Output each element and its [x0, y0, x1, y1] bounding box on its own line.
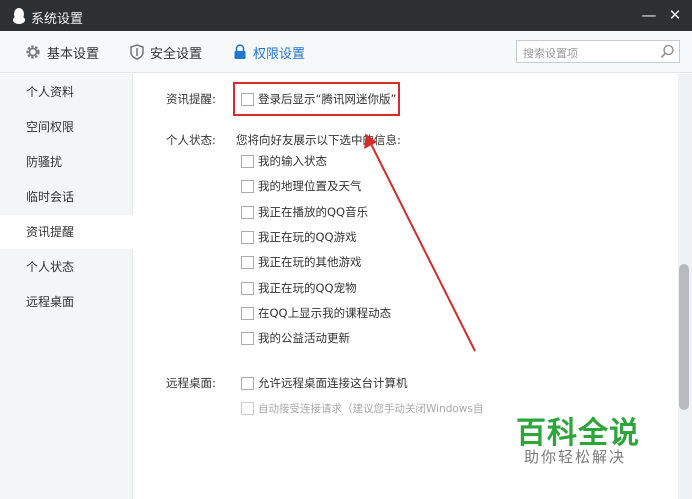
tab-label: 基本设置 — [47, 46, 100, 62]
remote-auto-accept-checkbox — [241, 402, 254, 415]
status-option: 我正在播放的QQ音乐 — [258, 205, 369, 219]
status-option: 在QQ上显示我的课程动态 — [258, 306, 392, 320]
remote-allow-checkbox[interactable] — [241, 377, 254, 390]
status-checkbox[interactable] — [241, 231, 254, 244]
status-option: 我正在玩的QQ游戏 — [258, 230, 357, 244]
qq-penguin-icon — [13, 8, 25, 24]
close-button[interactable]: ✕ — [667, 6, 683, 24]
settings-toolbar: 基本设置 安全设置 权限设置 搜索设置项 — [0, 31, 692, 73]
sidebar-item-personal-status[interactable]: 个人状态 — [0, 250, 133, 284]
search-input[interactable]: 搜索设置项 — [516, 40, 680, 63]
status-checkbox[interactable] — [241, 180, 254, 193]
window-title: 系统设置 — [31, 12, 84, 27]
scrollbar-thumb[interactable] — [679, 264, 689, 410]
tab-label: 权限设置 — [253, 46, 306, 62]
remote-auto-accept-option: 自动接受连接请求（建议您手动关闭Windows自 — [258, 403, 484, 415]
sidebar-item-news-reminder[interactable]: 资讯提醒 — [0, 215, 133, 249]
search-placeholder: 搜索设置项 — [523, 47, 578, 60]
sidebar-item-temp-session[interactable]: 临时会话 — [0, 180, 133, 214]
status-option: 我正在玩的QQ宠物 — [258, 281, 357, 295]
personal-status-label: 个人状态: — [166, 133, 216, 147]
tab-permission-settings[interactable]: 权限设置 — [233, 31, 305, 73]
status-checkbox[interactable] — [241, 307, 254, 320]
watermark-logo: 百科全说 助你轻松解决 — [516, 408, 646, 468]
news-reminder-label: 资讯提醒: — [166, 92, 216, 106]
status-checkbox[interactable] — [241, 206, 254, 219]
status-checkbox[interactable] — [241, 332, 254, 345]
sidebar-item-profile[interactable]: 个人资料 — [0, 75, 133, 109]
tab-label: 安全设置 — [150, 46, 203, 62]
minimize-button[interactable]: — — [641, 6, 657, 24]
status-checkbox[interactable] — [241, 155, 254, 168]
lock-icon — [234, 44, 246, 59]
news-mini-option: 登录后显示“腾讯网迷你版” — [258, 92, 397, 106]
shield-icon — [130, 44, 144, 60]
search-icon[interactable] — [660, 44, 675, 59]
status-checkbox[interactable] — [241, 282, 254, 295]
tab-security-settings[interactable]: 安全设置 — [130, 31, 202, 73]
sidebar: 个人资料 空间权限 防骚扰 临时会话 资讯提醒 个人状态 远程桌面 — [0, 74, 133, 499]
status-option: 我的输入状态 — [258, 154, 327, 168]
sidebar-item-remote-desktop[interactable]: 远程桌面 — [0, 285, 133, 319]
title-bar: 系统设置 — ✕ — [0, 0, 692, 31]
status-checkbox[interactable] — [241, 256, 254, 269]
tab-basic-settings[interactable]: 基本设置 — [25, 31, 99, 73]
news-mini-checkbox[interactable] — [241, 93, 254, 106]
remote-allow-option: 允许远程桌面连接这台计算机 — [258, 376, 408, 390]
status-option: 我的公益活动更新 — [258, 331, 350, 345]
sidebar-item-space-permission[interactable]: 空间权限 — [0, 110, 133, 144]
gear-icon — [26, 45, 40, 59]
watermark-sub-text: 助你轻松解决 — [524, 448, 627, 466]
status-option: 我正在玩的其他游戏 — [258, 255, 362, 269]
remote-desktop-label: 远程桌面: — [166, 376, 216, 390]
personal-status-description: 您将向好友展示以下选中的信息: — [236, 133, 401, 147]
status-option: 我的地理位置及天气 — [258, 179, 362, 193]
sidebar-item-anti-harassment[interactable]: 防骚扰 — [0, 145, 133, 179]
